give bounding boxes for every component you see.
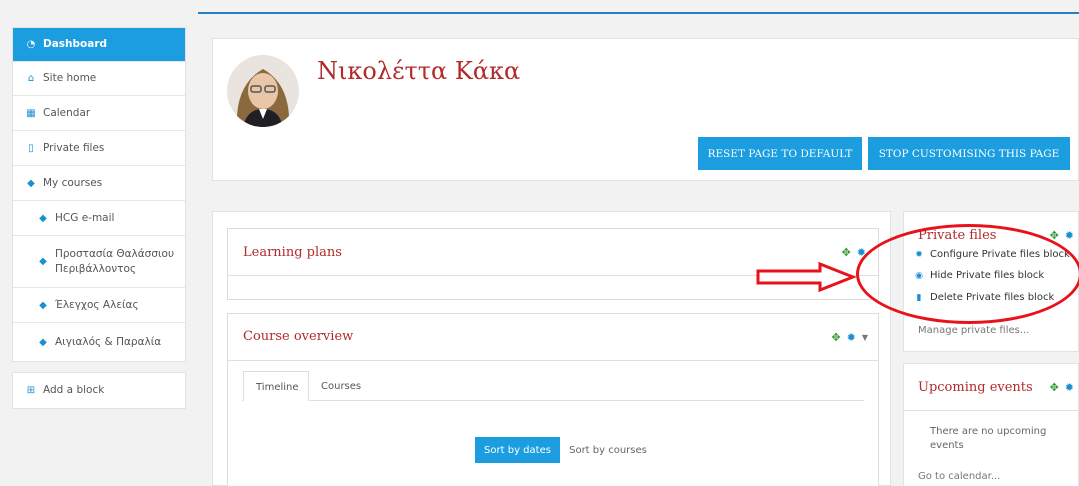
manage-private-files-link[interactable]: Manage private files... [918, 325, 1029, 336]
tabs-underline [242, 400, 864, 401]
upcoming-events-block: Upcoming events ✥ ✹ There are no upcomin… [903, 363, 1079, 486]
avatar[interactable] [227, 55, 299, 127]
divider [904, 410, 1078, 411]
move-icon[interactable]: ✥ [1050, 381, 1059, 394]
sidebar-item-label: Έλεγχος Αλείας [55, 298, 139, 311]
gear-icon[interactable]: ✹ [847, 331, 856, 344]
reset-page-button[interactable]: RESET PAGE TO DEFAULT [698, 137, 862, 170]
plus-square-icon: ⊞ [26, 385, 36, 396]
gear-icon[interactable]: ✹ [1065, 381, 1074, 394]
sidebar-item-label: Dashboard [43, 38, 108, 50]
graduation-cap-icon: ◆ [39, 212, 47, 224]
tab-timeline[interactable]: Timeline [243, 371, 309, 401]
annotation-arrow [756, 262, 856, 292]
tab-courses[interactable]: Courses [321, 381, 361, 392]
sort-by-courses-button[interactable]: Sort by courses [563, 437, 653, 463]
add-block-label: Add a block [43, 384, 105, 396]
sort-by-dates-button[interactable]: Sort by dates [475, 437, 560, 463]
sidebar-item-label: My courses [43, 176, 103, 189]
sidebar-item-label: HCG e-mail [55, 211, 115, 224]
graduation-cap-icon: ◆ [39, 336, 47, 348]
top-border [198, 12, 1079, 14]
block-controls: ✥ ✹ [1050, 381, 1074, 394]
add-block-button[interactable]: ⊞ Add a block [13, 373, 185, 408]
learning-plans-title: Learning plans [243, 245, 342, 260]
divider [228, 360, 878, 361]
sidebar-item-label: Calendar [43, 106, 91, 119]
chevron-down-icon[interactable]: ▼ [862, 333, 868, 342]
sidebar-item-course-marine[interactable]: ◆ Προστασία Θαλάσσιου Περιβάλλοντος [13, 236, 185, 288]
main-region: Learning plans ✥ ✹ Course overview ✥ ✹ ▼… [212, 211, 891, 486]
annotation-ellipse [856, 224, 1079, 324]
sidebar-item-my-courses[interactable]: ◆ My courses [13, 166, 185, 201]
move-icon[interactable]: ✥ [831, 331, 840, 344]
course-overview-title: Course overview [243, 329, 354, 344]
sidebar-item-calendar[interactable]: ▦ Calendar [13, 96, 185, 131]
upcoming-events-title: Upcoming events [918, 380, 1033, 395]
sidebar-item-dashboard[interactable]: ◔ Dashboard [13, 28, 185, 62]
sidebar-item-hcg-email[interactable]: ◆ HCG e-mail [13, 201, 185, 236]
sidebar-item-label: Προστασία Θαλάσσιου Περιβάλλοντος [55, 247, 175, 275]
stop-customising-button[interactable]: STOP CUSTOMISING THIS PAGE [868, 137, 1070, 170]
sidebar-item-label: Private files [43, 141, 105, 154]
sidebar-nav: ◔ Dashboard ⌂ Site home ▦ Calendar ▯ Pri… [12, 27, 186, 409]
file-icon: ▯ [28, 142, 34, 154]
go-to-calendar-link[interactable]: Go to calendar... [918, 471, 1000, 482]
profile-header: Νικολέττα Κάκα RESET PAGE TO DEFAULT STO… [212, 38, 1079, 181]
block-controls: ✥ ✹ ▼ [831, 331, 868, 344]
home-icon: ⌂ [27, 73, 35, 84]
graduation-cap-icon: ◆ [27, 177, 35, 189]
course-overview-block: Course overview ✥ ✹ ▼ Timeline Courses S… [227, 313, 879, 486]
sidebar-item-private-files[interactable]: ▯ Private files [13, 131, 185, 166]
gear-icon[interactable]: ✹ [1065, 229, 1074, 242]
sidebar-item-label: Αιγιαλός & Παραλία [55, 335, 162, 348]
dashboard-icon: ◔ [26, 39, 36, 50]
move-icon[interactable]: ✥ [842, 246, 851, 259]
sidebar-item-course-coast[interactable]: ◆ Αιγιαλός & Παραλία [13, 323, 185, 361]
sidebar-item-site-home[interactable]: ⌂ Site home [13, 62, 185, 96]
nav-menu: ◔ Dashboard ⌂ Site home ▦ Calendar ▯ Pri… [12, 27, 186, 362]
sidebar-item-label: Site home [43, 72, 97, 84]
graduation-cap-icon: ◆ [39, 299, 47, 311]
calendar-icon: ▦ [26, 107, 36, 119]
no-events-text: There are no upcoming events [930, 426, 1047, 451]
add-block-group: ⊞ Add a block [12, 372, 186, 409]
graduation-cap-icon: ◆ [39, 256, 47, 267]
page-title: Νικολέττα Κάκα [317, 57, 521, 85]
sidebar-item-course-fishing[interactable]: ◆ Έλεγχος Αλείας [13, 288, 185, 323]
